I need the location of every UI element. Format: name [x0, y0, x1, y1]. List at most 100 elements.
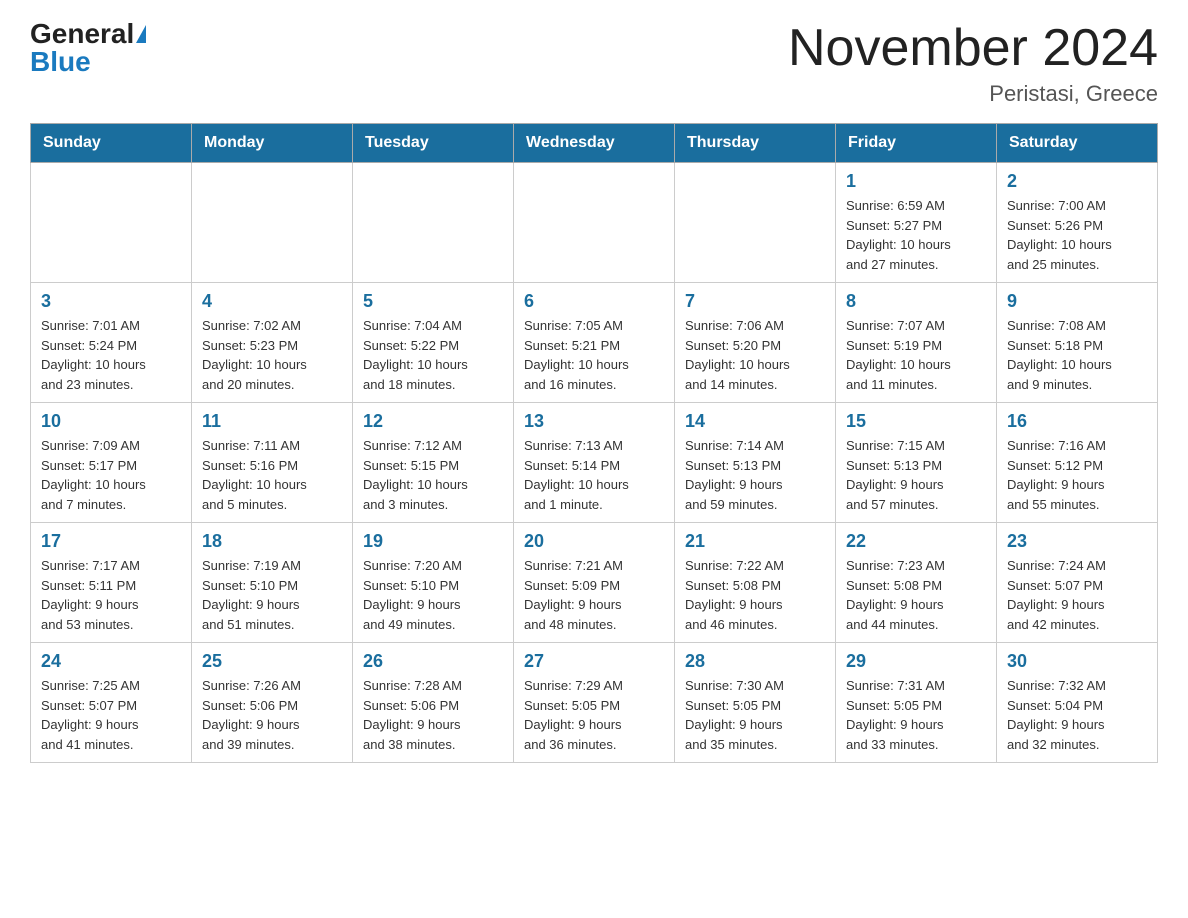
day-cell: 24 Sunrise: 7:25 AM Sunset: 5:07 PM Dayli…: [31, 643, 192, 763]
day-cell: 11 Sunrise: 7:11 AM Sunset: 5:16 PM Dayli…: [192, 403, 353, 523]
day-cell: 25Sunrise: 7:26 AM Sunset: 5:06 PM Dayli…: [192, 643, 353, 763]
day-info: Sunrise: 7:23 AM Sunset: 5:08 PM Dayligh…: [846, 558, 945, 632]
weekday-header-monday: Monday: [192, 124, 353, 163]
day-cell: [31, 163, 192, 283]
day-info: Sunrise: 7:28 AM Sunset: 5:06 PM Dayligh…: [363, 678, 462, 752]
logo-blue-text: Blue: [30, 48, 91, 76]
day-number: 29: [846, 651, 986, 672]
month-title: November 2024: [788, 20, 1158, 77]
day-info: Sunrise: 7:29 AM Sunset: 5:05 PM Dayligh…: [524, 678, 623, 752]
day-cell: 10 Sunrise: 7:09 AM Sunset: 5:17 PM Dayli…: [31, 403, 192, 523]
logo-triangle-icon: [136, 25, 146, 43]
day-info: Sunrise: 7:11 AM Sunset: 5:16 PM Dayligh…: [202, 438, 307, 512]
day-cell: 6Sunrise: 7:05 AM Sunset: 5:21 PM Daylig…: [514, 283, 675, 403]
day-number: 2: [1007, 171, 1147, 192]
page-header: General Blue November 2024 Peristasi, Gr…: [30, 20, 1158, 107]
title-block: November 2024 Peristasi, Greece: [788, 20, 1158, 107]
logo: General Blue: [30, 20, 146, 76]
day-cell: 7Sunrise: 7:06 AM Sunset: 5:20 PM Daylig…: [675, 283, 836, 403]
day-cell: 23 Sunrise: 7:24 AM Sunset: 5:07 PM Dayli…: [997, 523, 1158, 643]
calendar-table: SundayMondayTuesdayWednesdayThursdayFrid…: [30, 123, 1158, 763]
day-cell: [353, 163, 514, 283]
day-info: Sunrise: 7:19 AM Sunset: 5:10 PM Dayligh…: [202, 558, 301, 632]
day-number: 27: [524, 651, 664, 672]
day-cell: [675, 163, 836, 283]
day-cell: 26 Sunrise: 7:28 AM Sunset: 5:06 PM Dayli…: [353, 643, 514, 763]
day-cell: 12Sunrise: 7:12 AM Sunset: 5:15 PM Dayli…: [353, 403, 514, 523]
location-label: Peristasi, Greece: [788, 81, 1158, 107]
day-number: 24: [41, 651, 181, 672]
day-cell: 29 Sunrise: 7:31 AM Sunset: 5:05 PM Dayli…: [836, 643, 997, 763]
day-info: Sunrise: 6:59 AM Sunset: 5:27 PM Dayligh…: [846, 198, 951, 272]
day-number: 13: [524, 411, 664, 432]
day-info: Sunrise: 7:01 AM Sunset: 5:24 PM Dayligh…: [41, 318, 146, 392]
day-cell: 9 Sunrise: 7:08 AM Sunset: 5:18 PM Daylig…: [997, 283, 1158, 403]
day-number: 10: [41, 411, 181, 432]
day-info: Sunrise: 7:08 AM Sunset: 5:18 PM Dayligh…: [1007, 318, 1112, 392]
weekday-header-wednesday: Wednesday: [514, 124, 675, 163]
day-cell: 8Sunrise: 7:07 AM Sunset: 5:19 PM Daylig…: [836, 283, 997, 403]
day-number: 4: [202, 291, 342, 312]
day-number: 17: [41, 531, 181, 552]
day-info: Sunrise: 7:25 AM Sunset: 5:07 PM Dayligh…: [41, 678, 140, 752]
day-number: 22: [846, 531, 986, 552]
day-number: 14: [685, 411, 825, 432]
day-cell: 4 Sunrise: 7:02 AM Sunset: 5:23 PM Daylig…: [192, 283, 353, 403]
day-number: 11: [202, 411, 342, 432]
day-number: 5: [363, 291, 503, 312]
day-info: Sunrise: 7:06 AM Sunset: 5:20 PM Dayligh…: [685, 318, 790, 392]
day-number: 19: [363, 531, 503, 552]
day-info: Sunrise: 7:22 AM Sunset: 5:08 PM Dayligh…: [685, 558, 784, 632]
day-cell: 15Sunrise: 7:15 AM Sunset: 5:13 PM Dayli…: [836, 403, 997, 523]
day-number: 12: [363, 411, 503, 432]
day-info: Sunrise: 7:31 AM Sunset: 5:05 PM Dayligh…: [846, 678, 945, 752]
weekday-header-row: SundayMondayTuesdayWednesdayThursdayFrid…: [31, 124, 1158, 163]
day-info: Sunrise: 7:13 AM Sunset: 5:14 PM Dayligh…: [524, 438, 629, 512]
day-cell: 22 Sunrise: 7:23 AM Sunset: 5:08 PM Dayli…: [836, 523, 997, 643]
day-info: Sunrise: 7:32 AM Sunset: 5:04 PM Dayligh…: [1007, 678, 1106, 752]
day-cell: 5 Sunrise: 7:04 AM Sunset: 5:22 PM Daylig…: [353, 283, 514, 403]
day-info: Sunrise: 7:15 AM Sunset: 5:13 PM Dayligh…: [846, 438, 945, 512]
day-info: Sunrise: 7:02 AM Sunset: 5:23 PM Dayligh…: [202, 318, 307, 392]
day-cell: 30Sunrise: 7:32 AM Sunset: 5:04 PM Dayli…: [997, 643, 1158, 763]
day-cell: [192, 163, 353, 283]
day-cell: 1 Sunrise: 6:59 AM Sunset: 5:27 PM Daylig…: [836, 163, 997, 283]
day-cell: 14 Sunrise: 7:14 AM Sunset: 5:13 PM Dayli…: [675, 403, 836, 523]
weekday-header-friday: Friday: [836, 124, 997, 163]
day-cell: 18 Sunrise: 7:19 AM Sunset: 5:10 PM Dayli…: [192, 523, 353, 643]
day-info: Sunrise: 7:30 AM Sunset: 5:05 PM Dayligh…: [685, 678, 784, 752]
day-cell: 16 Sunrise: 7:16 AM Sunset: 5:12 PM Dayli…: [997, 403, 1158, 523]
day-cell: 13 Sunrise: 7:13 AM Sunset: 5:14 PM Dayli…: [514, 403, 675, 523]
day-info: Sunrise: 7:04 AM Sunset: 5:22 PM Dayligh…: [363, 318, 468, 392]
weekday-header-saturday: Saturday: [997, 124, 1158, 163]
week-row-2: 3 Sunrise: 7:01 AM Sunset: 5:24 PM Daylig…: [31, 283, 1158, 403]
day-info: Sunrise: 7:16 AM Sunset: 5:12 PM Dayligh…: [1007, 438, 1106, 512]
day-info: Sunrise: 7:24 AM Sunset: 5:07 PM Dayligh…: [1007, 558, 1106, 632]
day-cell: [514, 163, 675, 283]
day-info: Sunrise: 7:09 AM Sunset: 5:17 PM Dayligh…: [41, 438, 146, 512]
day-cell: 19Sunrise: 7:20 AM Sunset: 5:10 PM Dayli…: [353, 523, 514, 643]
day-cell: 17Sunrise: 7:17 AM Sunset: 5:11 PM Dayli…: [31, 523, 192, 643]
logo-general-text: General: [30, 20, 134, 48]
day-number: 26: [363, 651, 503, 672]
weekday-header-tuesday: Tuesday: [353, 124, 514, 163]
day-number: 18: [202, 531, 342, 552]
day-info: Sunrise: 7:14 AM Sunset: 5:13 PM Dayligh…: [685, 438, 784, 512]
week-row-5: 24 Sunrise: 7:25 AM Sunset: 5:07 PM Dayli…: [31, 643, 1158, 763]
day-number: 28: [685, 651, 825, 672]
day-number: 9: [1007, 291, 1147, 312]
day-number: 8: [846, 291, 986, 312]
day-number: 25: [202, 651, 342, 672]
day-number: 20: [524, 531, 664, 552]
day-cell: 3 Sunrise: 7:01 AM Sunset: 5:24 PM Daylig…: [31, 283, 192, 403]
week-row-1: 1 Sunrise: 6:59 AM Sunset: 5:27 PM Daylig…: [31, 163, 1158, 283]
day-number: 1: [846, 171, 986, 192]
day-cell: 20 Sunrise: 7:21 AM Sunset: 5:09 PM Dayli…: [514, 523, 675, 643]
day-cell: 2Sunrise: 7:00 AM Sunset: 5:26 PM Daylig…: [997, 163, 1158, 283]
day-info: Sunrise: 7:21 AM Sunset: 5:09 PM Dayligh…: [524, 558, 623, 632]
week-row-3: 10 Sunrise: 7:09 AM Sunset: 5:17 PM Dayli…: [31, 403, 1158, 523]
day-number: 3: [41, 291, 181, 312]
week-row-4: 17Sunrise: 7:17 AM Sunset: 5:11 PM Dayli…: [31, 523, 1158, 643]
day-number: 23: [1007, 531, 1147, 552]
day-number: 16: [1007, 411, 1147, 432]
